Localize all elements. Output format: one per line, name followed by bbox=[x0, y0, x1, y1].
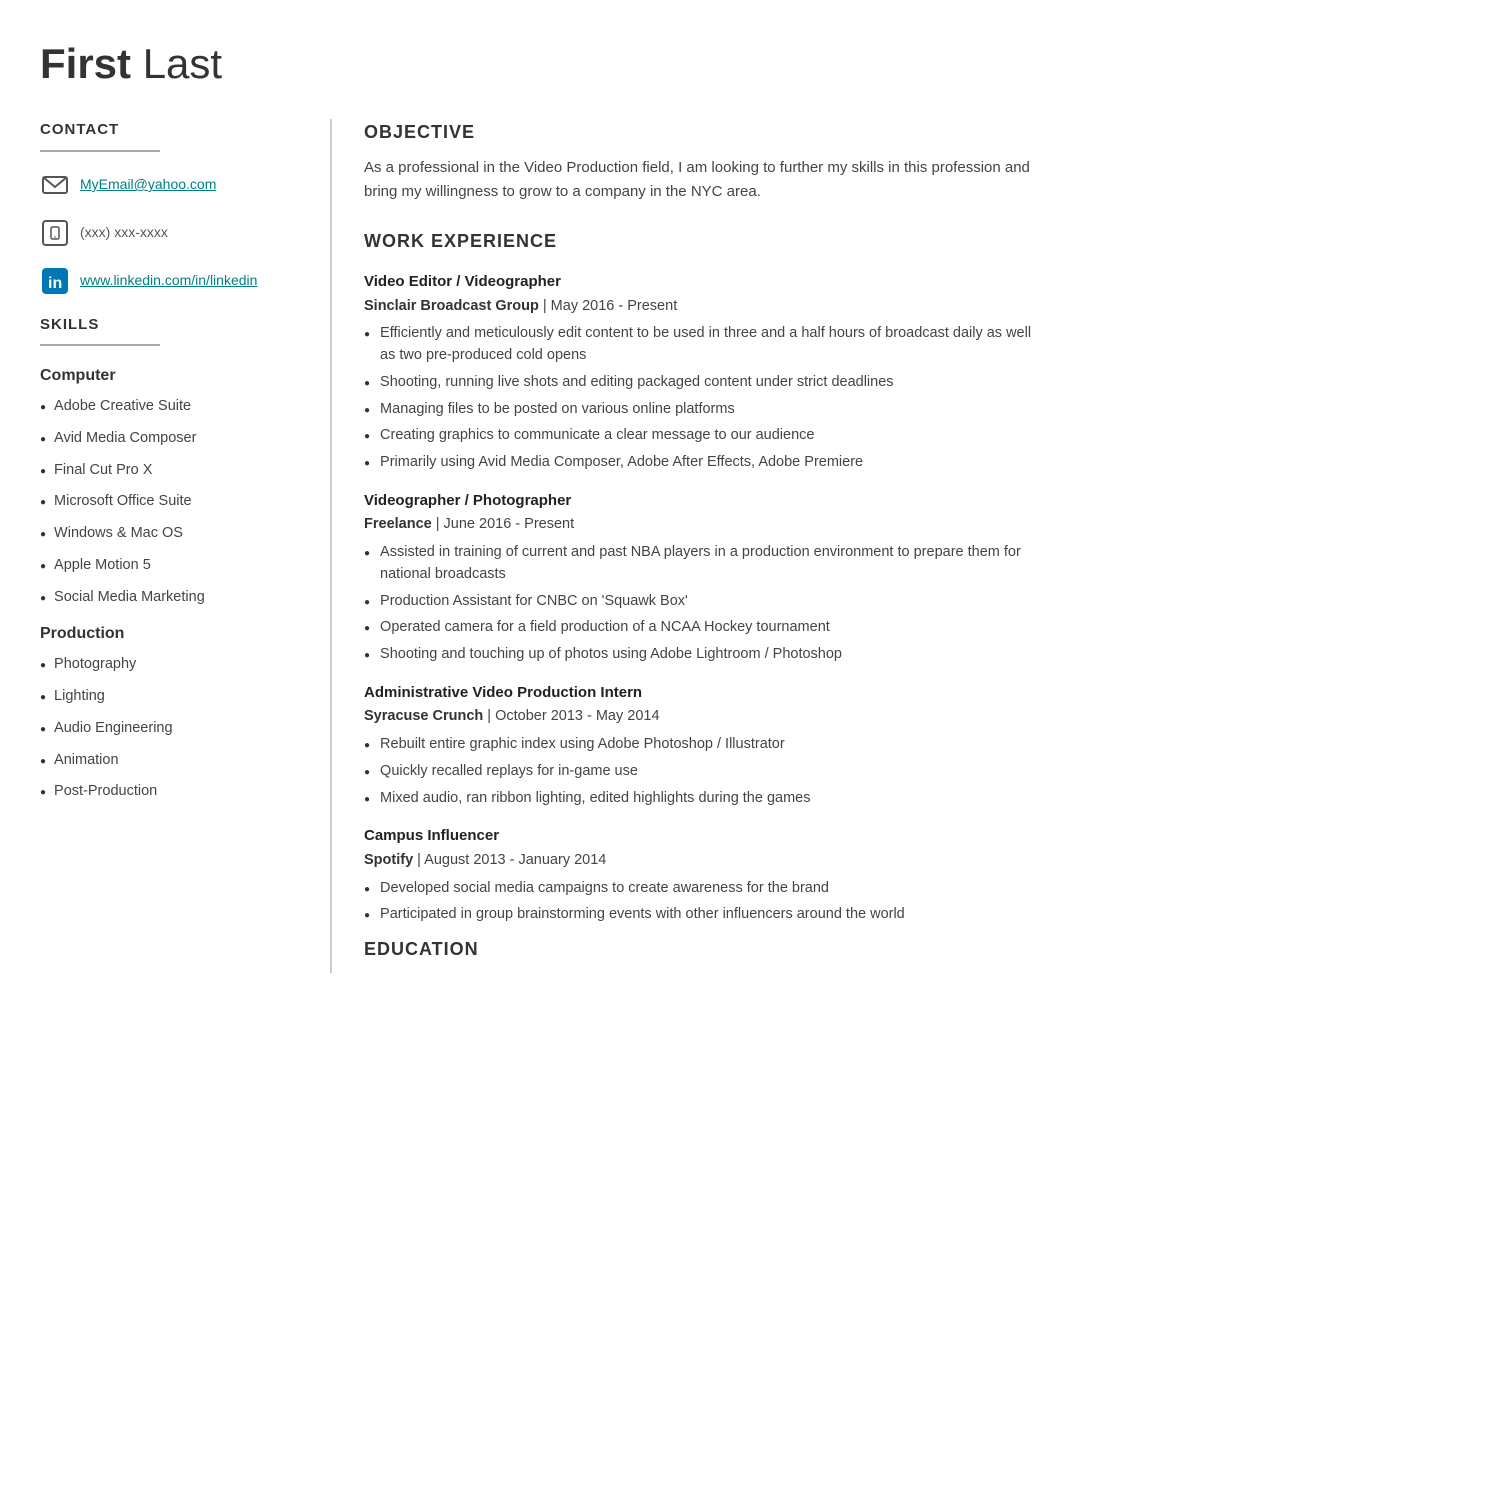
skills-section: SKILLS Computer Adobe Creative Suite Avid… bbox=[40, 314, 306, 804]
job-bullet-item: Efficiently and meticulously edit conten… bbox=[364, 323, 1040, 367]
skill-item: Windows & Mac OS bbox=[40, 523, 306, 545]
job-title: Video Editor / Videographer bbox=[364, 271, 1040, 294]
skills-title: SKILLS bbox=[40, 314, 306, 337]
education-section: EDUCATION bbox=[364, 936, 1040, 963]
job-bullet-item: Rebuilt entire graphic index using Adobe… bbox=[364, 734, 1040, 756]
jobs-container: Video Editor / VideographerSinclair Broa… bbox=[364, 271, 1040, 926]
skill-item: Avid Media Composer bbox=[40, 428, 306, 450]
job-bullet-item: Operated camera for a field production o… bbox=[364, 617, 1040, 639]
contact-divider bbox=[40, 150, 160, 152]
job-entry: Administrative Video Production InternSy… bbox=[364, 682, 1040, 810]
job-company: Sinclair Broadcast Group bbox=[364, 298, 539, 314]
skill-item: Audio Engineering bbox=[40, 718, 306, 740]
email-item: MyEmail@yahoo.com bbox=[40, 170, 306, 200]
skill-item: Final Cut Pro X bbox=[40, 460, 306, 482]
linkedin-item: in www.linkedin.com/in/linkedin bbox=[40, 266, 306, 296]
computer-subsection-title: Computer bbox=[40, 364, 306, 388]
job-title: Videographer / Photographer bbox=[364, 490, 1040, 513]
job-entry: Videographer / PhotographerFreelance | J… bbox=[364, 490, 1040, 666]
job-bullet-item: Assisted in training of current and past… bbox=[364, 542, 1040, 586]
left-column: CONTACT MyEmail@yahoo.com bbox=[40, 119, 330, 973]
skills-divider bbox=[40, 344, 160, 346]
first-name: First bbox=[40, 40, 131, 87]
job-bullets: Efficiently and meticulously edit conten… bbox=[364, 323, 1040, 474]
production-subsection-title: Production bbox=[40, 622, 306, 646]
job-meta: Sinclair Broadcast Group | May 2016 - Pr… bbox=[364, 296, 1040, 318]
work-experience-section: WORK EXPERIENCE Video Editor / Videograp… bbox=[364, 228, 1040, 926]
skill-item: Apple Motion 5 bbox=[40, 555, 306, 577]
job-bullets: Developed social media campaigns to crea… bbox=[364, 878, 1040, 927]
job-bullet-item: Mixed audio, ran ribbon lighting, edited… bbox=[364, 788, 1040, 810]
skill-item: Social Media Marketing bbox=[40, 587, 306, 609]
job-bullet-item: Managing files to be posted on various o… bbox=[364, 399, 1040, 421]
svg-text:in: in bbox=[48, 275, 62, 292]
page-header: First Last bbox=[40, 32, 1040, 95]
objective-text: As a professional in the Video Productio… bbox=[364, 156, 1040, 204]
job-bullets: Rebuilt entire graphic index using Adobe… bbox=[364, 734, 1040, 809]
skill-item: Lighting bbox=[40, 686, 306, 708]
job-bullet-item: Creating graphics to communicate a clear… bbox=[364, 425, 1040, 447]
linkedin-icon-wrapper: in bbox=[40, 266, 70, 296]
right-column: OBJECTIVE As a professional in the Video… bbox=[330, 119, 1040, 973]
job-bullet-item: Developed social media campaigns to crea… bbox=[364, 878, 1040, 900]
job-entry: Video Editor / VideographerSinclair Broa… bbox=[364, 271, 1040, 474]
contact-section: CONTACT MyEmail@yahoo.com bbox=[40, 119, 306, 296]
email-link[interactable]: MyEmail@yahoo.com bbox=[80, 174, 216, 195]
job-title: Campus Influencer bbox=[364, 825, 1040, 848]
job-meta: Spotify | August 2013 - January 2014 bbox=[364, 850, 1040, 872]
job-bullet-item: Primarily using Avid Media Composer, Ado… bbox=[364, 452, 1040, 474]
phone-text: (xxx) xxx-xxxx bbox=[80, 222, 168, 243]
job-title: Administrative Video Production Intern bbox=[364, 682, 1040, 705]
full-name: First Last bbox=[40, 32, 1040, 95]
linkedin-link[interactable]: www.linkedin.com/in/linkedin bbox=[80, 270, 257, 291]
job-bullet-item: Shooting and touching up of photos using… bbox=[364, 644, 1040, 666]
computer-skills-list: Adobe Creative Suite Avid Media Composer F… bbox=[40, 396, 306, 608]
email-icon-wrapper bbox=[40, 170, 70, 200]
work-experience-title: WORK EXPERIENCE bbox=[364, 228, 1040, 255]
skill-item: Microsoft Office Suite bbox=[40, 491, 306, 513]
job-meta: Syracuse Crunch | October 2013 - May 201… bbox=[364, 706, 1040, 728]
job-bullet-item: Production Assistant for CNBC on 'Squawk… bbox=[364, 591, 1040, 613]
job-entry: Campus InfluencerSpotify | August 2013 -… bbox=[364, 825, 1040, 926]
job-meta: Freelance | June 2016 - Present bbox=[364, 514, 1040, 536]
objective-section: OBJECTIVE As a professional in the Video… bbox=[364, 119, 1040, 204]
job-bullet-item: Participated in group brainstorming even… bbox=[364, 904, 1040, 926]
job-company: Freelance bbox=[364, 516, 432, 532]
job-bullet-item: Shooting, running live shots and editing… bbox=[364, 372, 1040, 394]
education-title: EDUCATION bbox=[364, 936, 1040, 963]
main-layout: CONTACT MyEmail@yahoo.com bbox=[40, 119, 1040, 973]
skill-item: Animation bbox=[40, 750, 306, 772]
production-skills-list: Photography Lighting Audio Engineering Anim… bbox=[40, 654, 306, 803]
contact-title: CONTACT bbox=[40, 119, 306, 142]
objective-title: OBJECTIVE bbox=[364, 119, 1040, 146]
job-company: Syracuse Crunch bbox=[364, 708, 483, 724]
job-company: Spotify bbox=[364, 852, 413, 868]
linkedin-icon: in bbox=[41, 267, 69, 295]
envelope-icon bbox=[42, 172, 68, 198]
skill-item: Post-Production bbox=[40, 781, 306, 803]
phone-icon-wrapper bbox=[40, 218, 70, 248]
phone-item: (xxx) xxx-xxxx bbox=[40, 218, 306, 248]
skill-item: Photography bbox=[40, 654, 306, 676]
job-bullet-item: Quickly recalled replays for in-game use bbox=[364, 761, 1040, 783]
phone-border-box bbox=[42, 220, 68, 246]
phone-icon bbox=[48, 226, 62, 240]
last-name: Last bbox=[143, 40, 222, 87]
job-bullets: Assisted in training of current and past… bbox=[364, 542, 1040, 666]
skill-item: Adobe Creative Suite bbox=[40, 396, 306, 418]
